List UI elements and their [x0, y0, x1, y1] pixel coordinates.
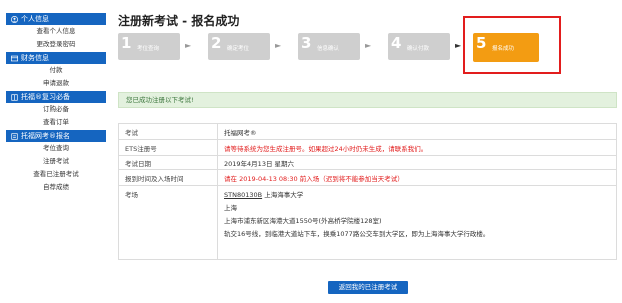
- active-step-highlight: [463, 16, 561, 74]
- test-center-city: 上海: [224, 204, 237, 212]
- arrow-right-icon: ►: [185, 41, 192, 50]
- sidebar: 个人信息 查看个人信息 更改登录密码 财务信息 付款 申请退款 托福®复习必备 …: [6, 12, 106, 194]
- sidebar-item-order-prep[interactable]: 订购必备: [6, 103, 106, 116]
- step-label: 确认付款: [407, 46, 430, 52]
- table-row: ETS注册号 请等待系统为您生成注册号。如果超过24小时仍未生成，请联系我们。: [118, 139, 617, 156]
- step-4: 4 确认付款: [388, 33, 450, 60]
- step-1: 1 考位查询: [118, 33, 180, 60]
- step-2: 2 确定考位: [208, 33, 270, 60]
- row-label: 考场: [118, 185, 218, 260]
- test-center-title: 上海海事大学: [264, 191, 304, 199]
- sidebar-item-registered-tests[interactable]: 查看已注册考试: [6, 168, 106, 181]
- arrow-right-icon: ►: [365, 41, 372, 50]
- arrow-right-icon: ►: [275, 41, 282, 50]
- row-value: 托福网考®: [217, 123, 617, 140]
- sidebar-item-view-profile[interactable]: 查看个人信息: [6, 25, 106, 38]
- registration-info-table: 考试 托福网考® ETS注册号 请等待系统为您生成注册号。如果超过24小时仍未生…: [118, 123, 617, 260]
- step-number: 1: [121, 34, 132, 52]
- row-value: 请在 2019-04-13 08:30 前入场（迟到将不能参加当天考试）: [217, 169, 617, 186]
- test-center-code-link[interactable]: STN80130B: [224, 191, 262, 199]
- step-number: 2: [211, 34, 222, 52]
- sidebar-header-prep: 托福®复习必备: [6, 91, 106, 103]
- step-label: 考位查询: [137, 46, 160, 52]
- sidebar-item-score-recommend[interactable]: 自荐成绩: [6, 181, 106, 194]
- finance-icon: [11, 55, 18, 61]
- register-icon: [11, 132, 18, 140]
- arrow-right-icon: ►: [455, 41, 462, 50]
- checkin-time-text: 请在 2019-04-13 08:30 前入场（迟到将不能参加当天考试）: [224, 174, 404, 183]
- table-row: 考试日期 2019年4月13日 星期六: [118, 155, 617, 170]
- book-icon: [11, 93, 18, 101]
- sidebar-item-view-orders[interactable]: 查看订单: [6, 116, 106, 129]
- sidebar-header-registration: 托福网考®报名: [6, 130, 106, 142]
- step-label: 信息确认: [317, 46, 340, 52]
- sidebar-header-personal: 个人信息: [6, 13, 106, 25]
- table-row: 报到时间及入场时间 请在 2019-04-13 08:30 前入场（迟到将不能参…: [118, 169, 617, 186]
- table-row: 考场 STN80130B 上海海事大学 上海 上海市浦东新区海港大道1550号(…: [118, 185, 617, 260]
- sidebar-header-label: 托福网考®报名: [21, 132, 70, 140]
- success-notice: 您已成功注册以下考试!: [118, 92, 617, 108]
- sidebar-header-label: 个人信息: [21, 15, 49, 23]
- sidebar-item-payment[interactable]: 付款: [6, 64, 106, 77]
- row-label: 报到时间及入场时间: [118, 169, 218, 186]
- sidebar-header-label: 托福®复习必备: [21, 93, 70, 101]
- row-value: 请等待系统为您生成注册号。如果超过24小时仍未生成，请联系我们。: [217, 139, 617, 156]
- sidebar-item-seat-search[interactable]: 考位查询: [6, 142, 106, 155]
- sidebar-item-change-password[interactable]: 更改登录密码: [6, 38, 106, 51]
- step-label: 确定考位: [227, 46, 250, 52]
- step-number: 3: [301, 34, 312, 52]
- test-center-address: 上海市浦东新区海港大道1550号(外高桥学院楼128室): [224, 217, 382, 225]
- row-label: 考试日期: [118, 155, 218, 170]
- row-value: 2019年4月13日 星期六: [217, 155, 617, 170]
- page-title: 注册新考试 - 报名成功: [118, 14, 240, 28]
- step-3: 3 信息确认: [298, 33, 360, 60]
- sidebar-header-label: 财务信息: [21, 54, 49, 62]
- user-icon: [11, 15, 18, 23]
- test-center-name: STN80130B 上海海事大学: [224, 189, 610, 202]
- back-to-registered-tests-button[interactable]: 返回我的已注册考试: [328, 281, 408, 294]
- row-label: 考试: [118, 123, 218, 140]
- ets-id-message: 请等待系统为您生成注册号。如果超过24小时仍未生成，请联系我们。: [224, 144, 428, 153]
- sidebar-header-finance: 财务信息: [6, 52, 106, 64]
- sidebar-item-refund[interactable]: 申请退款: [6, 77, 106, 90]
- test-center-directions: 轨交16号线，到临港大道站下车，换乘1077路公交车到大学区，即为上海海事大学行…: [224, 230, 490, 238]
- step-number: 4: [391, 34, 402, 52]
- table-row: 考试 托福网考®: [118, 123, 617, 140]
- row-value: STN80130B 上海海事大学 上海 上海市浦东新区海港大道1550号(外高桥…: [217, 185, 617, 260]
- sidebar-item-register-test[interactable]: 注册考试: [6, 155, 106, 168]
- row-label: ETS注册号: [118, 139, 218, 156]
